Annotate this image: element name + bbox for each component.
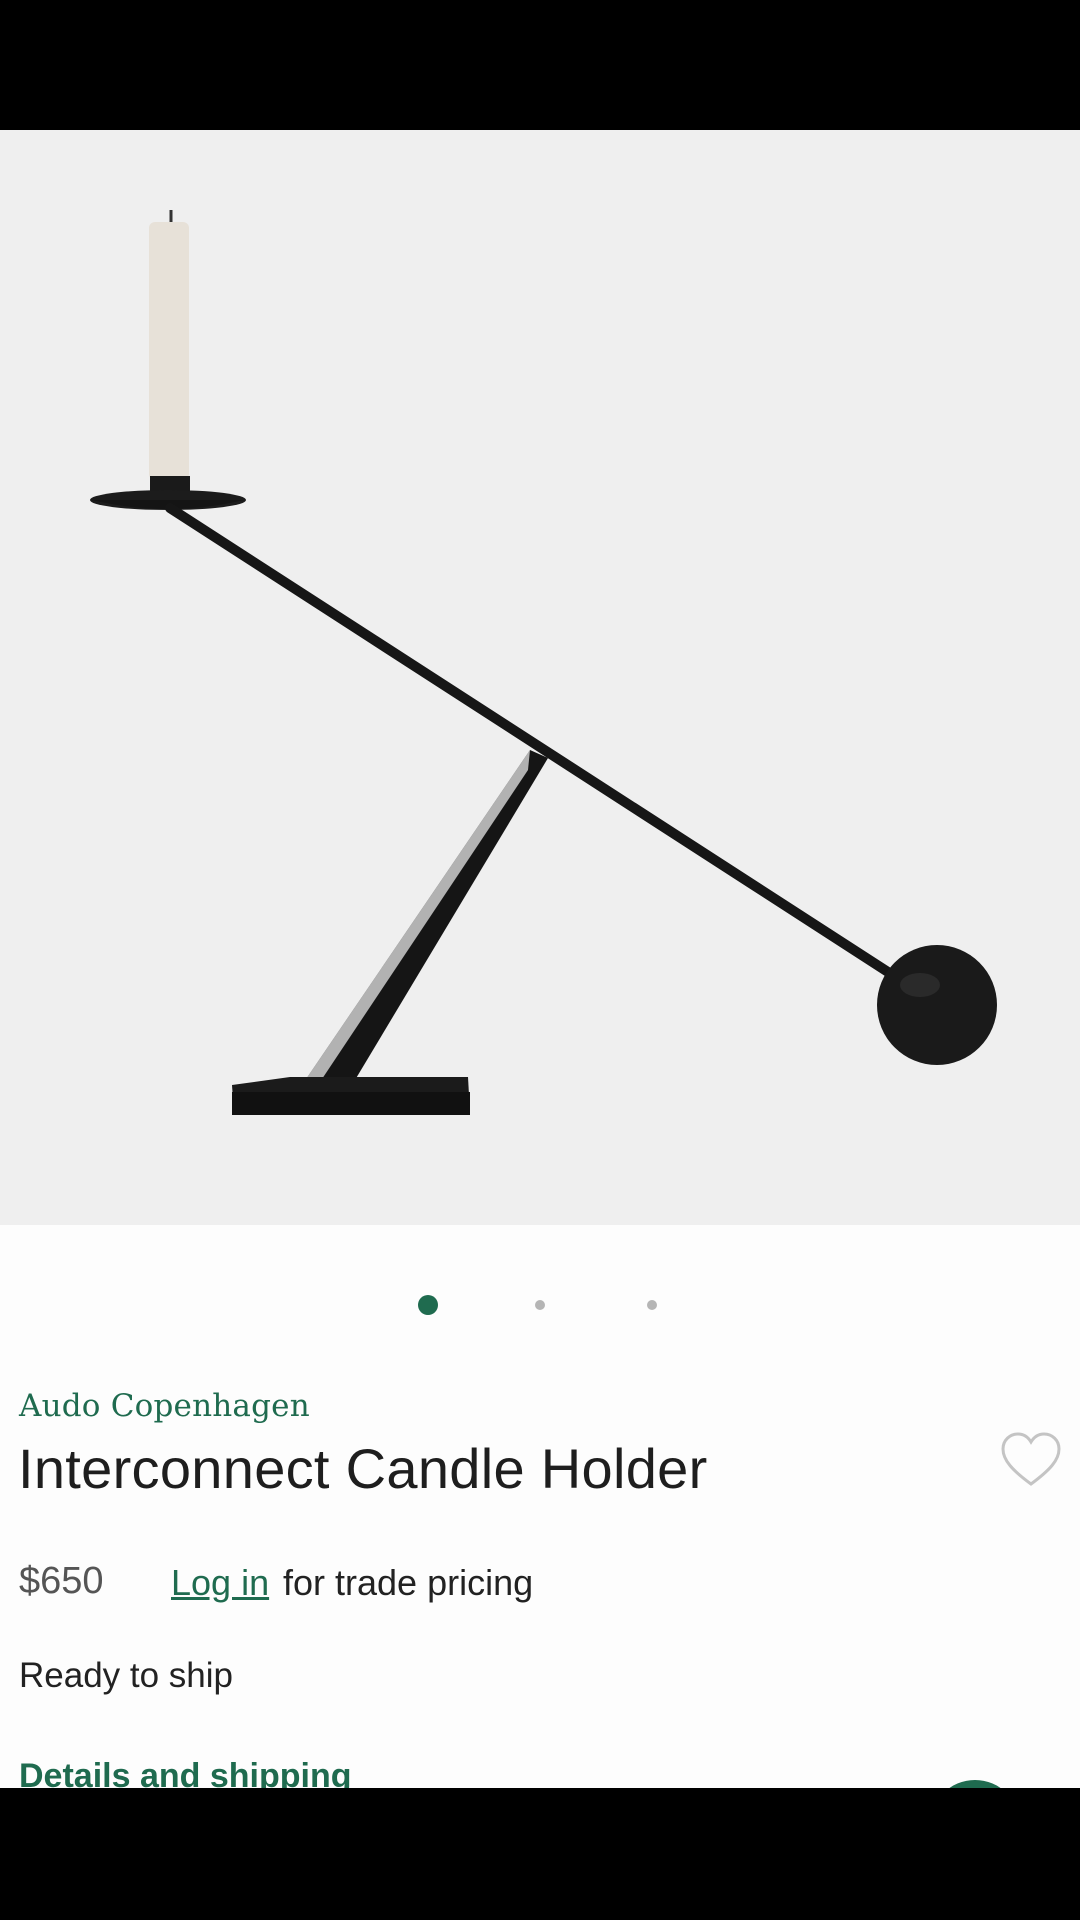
details-shipping-link[interactable]: Details and shipping [19,1757,351,1788]
balance-arm [165,503,910,988]
pagination-dot[interactable] [647,1300,657,1310]
navigation-bar [0,1788,1080,1920]
stand-base-side [232,1092,470,1115]
candle-holder-illustration [90,210,997,1115]
trade-pricing-text: for trade pricing [283,1562,534,1603]
product-page: Audo Copenhagen Interconnect Candle Hold… [0,130,1080,1788]
sphere-highlight [900,973,940,997]
gallery-pagination [0,1295,1080,1325]
chat-button[interactable] [930,1780,1020,1788]
price-row: $650 Log in for trade pricing [19,1560,1059,1610]
pagination-dot[interactable] [535,1300,545,1310]
stand-leg-highlight [302,750,530,1085]
candle [149,222,189,480]
product-image[interactable] [0,130,1080,1225]
heart-outline-icon [1001,1432,1061,1486]
pagination-dot-active[interactable] [418,1295,438,1315]
counterweight-sphere [877,945,997,1065]
product-title: Interconnect Candle Holder [18,1437,708,1500]
availability-status: Ready to ship [19,1656,234,1695]
product-price: $650 [19,1560,104,1602]
favorite-button[interactable] [1000,1432,1062,1488]
login-link[interactable]: Log in [171,1562,269,1604]
brand-name[interactable]: Audo Copenhagen [19,1388,310,1424]
status-bar [0,0,1080,130]
